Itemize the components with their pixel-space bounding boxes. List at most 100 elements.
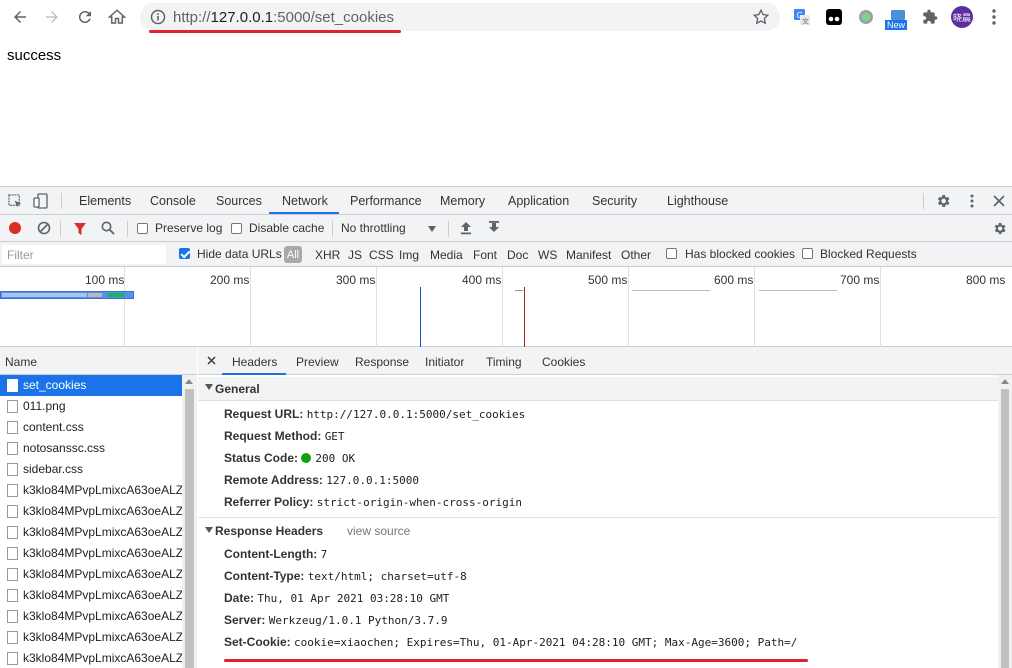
detail-tab-headers[interactable]: Headers xyxy=(232,355,277,369)
circle-extension-icon[interactable] xyxy=(857,8,875,26)
header-key: Content-Type: xyxy=(224,569,305,583)
detail-tab-cookies[interactable]: Cookies xyxy=(542,355,585,369)
close-devtools-icon[interactable] xyxy=(993,195,1005,207)
url-text[interactable]: http://127.0.0.1:5000/set_cookies xyxy=(173,9,394,26)
filter-type-other[interactable]: Other xyxy=(621,248,651,262)
request-list-header[interactable]: Name xyxy=(0,347,197,375)
home-button[interactable] xyxy=(105,5,129,29)
request-row[interactable]: content.css xyxy=(0,417,182,438)
request-row[interactable]: sidebar.css xyxy=(0,459,182,480)
filter-type-font[interactable]: Font xyxy=(473,248,497,262)
request-name: k3klo84MPvpLmixcA63oeALZ xyxy=(23,630,182,644)
tab-sources[interactable]: Sources xyxy=(216,194,262,208)
inspect-element-icon[interactable] xyxy=(8,194,23,209)
scroll-up-arrow-icon[interactable] xyxy=(185,379,193,384)
request-row[interactable]: set_cookies xyxy=(0,375,182,396)
toolbar-separator xyxy=(448,221,449,237)
tab-network[interactable]: Network xyxy=(282,194,328,208)
filter-type-doc[interactable]: Doc xyxy=(507,248,528,262)
request-row[interactable]: 011.png xyxy=(0,396,182,417)
filter-input[interactable]: Filter xyxy=(2,245,166,264)
address-bar[interactable]: http://127.0.0.1:5000/set_cookies xyxy=(140,3,780,31)
info-icon[interactable] xyxy=(150,9,166,25)
view-source-link[interactable]: view source xyxy=(347,524,410,538)
search-icon[interactable] xyxy=(101,221,115,235)
header-key: Date: xyxy=(224,591,255,605)
name-column-header[interactable]: Name xyxy=(5,355,37,369)
kebab-menu-icon[interactable] xyxy=(985,8,1003,26)
svg-text:文: 文 xyxy=(802,17,809,26)
detail-tab-preview[interactable]: Preview xyxy=(296,355,339,369)
clear-icon[interactable] xyxy=(37,221,51,235)
import-har-icon[interactable] xyxy=(460,221,472,235)
has-blocked-cookies-checkbox[interactable] xyxy=(666,248,677,259)
detail-tab-response[interactable]: Response xyxy=(355,355,409,369)
close-detail-icon[interactable] xyxy=(207,356,216,365)
request-row[interactable]: k3klo84MPvpLmixcA63oeALZ xyxy=(0,480,182,501)
home-icon xyxy=(108,9,126,24)
export-har-icon[interactable] xyxy=(488,221,500,235)
tab-elements[interactable]: Elements xyxy=(79,194,131,208)
detail-tab-timing[interactable]: Timing xyxy=(486,355,522,369)
puzzle-extensions-icon[interactable] xyxy=(921,8,939,26)
url-scheme: http:// xyxy=(173,9,211,26)
response-headers-section-header[interactable]: Response Headers view source xyxy=(198,517,998,541)
bookmark-star-icon[interactable] xyxy=(752,8,770,26)
general-section-header[interactable]: General xyxy=(198,377,998,401)
network-settings-gear-icon[interactable] xyxy=(992,221,1007,236)
tab-application[interactable]: Application xyxy=(508,194,569,208)
timeline-tick xyxy=(759,290,837,291)
filter-type-xhr[interactable]: XHR xyxy=(315,248,340,262)
preserve-log-checkbox[interactable] xyxy=(137,223,148,234)
request-row[interactable]: k3klo84MPvpLmixcA63oeALZ xyxy=(0,627,182,648)
request-row[interactable]: notosanssc.css xyxy=(0,438,182,459)
back-button[interactable] xyxy=(8,5,32,29)
scrollbar-thumb[interactable] xyxy=(1001,389,1009,668)
toolbar-separator xyxy=(127,221,128,237)
detail-panel-scrollbar[interactable] xyxy=(998,375,1012,668)
filter-type-js[interactable]: JS xyxy=(348,248,362,262)
header-key: Remote Address: xyxy=(224,473,323,487)
throttling-select[interactable]: No throttling xyxy=(341,221,406,235)
dropdown-caret-icon[interactable] xyxy=(428,226,436,232)
blocked-requests-checkbox[interactable] xyxy=(802,248,813,259)
translate-extension-icon[interactable]: G文 xyxy=(793,8,811,26)
device-toolbar-icon[interactable] xyxy=(33,193,49,209)
filter-type-media[interactable]: Media xyxy=(430,248,463,262)
filter-funnel-icon[interactable] xyxy=(73,222,87,236)
tab-security[interactable]: Security xyxy=(592,194,637,208)
request-row[interactable]: k3klo84MPvpLmixcA63oeALZ xyxy=(0,606,182,627)
scroll-up-arrow-icon[interactable] xyxy=(1001,379,1009,384)
document-file-icon xyxy=(7,442,18,455)
scrollbar-thumb[interactable] xyxy=(185,389,194,668)
request-list: Name set_cookies 011.png content.css notosa… xyxy=(0,347,197,668)
filter-type-css[interactable]: CSS xyxy=(369,248,394,262)
reload-button[interactable] xyxy=(73,5,97,29)
toolbar-separator xyxy=(923,193,924,209)
record-icon[interactable] xyxy=(8,221,22,235)
filter-type-manifest[interactable]: Manifest xyxy=(566,248,611,262)
disable-cache-checkbox[interactable] xyxy=(231,223,242,234)
request-row[interactable]: k3klo84MPvpLmixcA63oeALZ xyxy=(0,648,182,668)
settings-gear-icon[interactable] xyxy=(935,193,951,209)
request-row[interactable]: k3klo84MPvpLmixcA63oeALZ xyxy=(0,585,182,606)
tab-performance[interactable]: Performance xyxy=(350,194,422,208)
devtools-menu-icon[interactable] xyxy=(970,194,974,208)
tampermonkey-extension-icon[interactable] xyxy=(825,8,843,26)
request-row[interactable]: k3klo84MPvpLmixcA63oeALZ xyxy=(0,501,182,522)
tab-console[interactable]: Console xyxy=(150,194,196,208)
filter-type-img[interactable]: Img xyxy=(399,248,419,262)
detail-tab-initiator[interactable]: Initiator xyxy=(425,355,464,369)
network-timeline-overview[interactable]: 100 ms 200 ms 300 ms 400 ms 500 ms 600 m… xyxy=(0,267,1012,347)
forward-button[interactable] xyxy=(40,5,64,29)
hide-data-urls-checkbox[interactable] xyxy=(179,248,190,259)
tab-memory[interactable]: Memory xyxy=(440,194,485,208)
request-row[interactable]: k3klo84MPvpLmixcA63oeALZ xyxy=(0,543,182,564)
request-list-scrollbar[interactable] xyxy=(182,375,197,668)
tab-lighthouse[interactable]: Lighthouse xyxy=(667,194,728,208)
request-row[interactable]: k3klo84MPvpLmixcA63oeALZ xyxy=(0,522,182,543)
filter-type-ws[interactable]: WS xyxy=(538,248,557,262)
request-row[interactable]: k3klo84MPvpLmixcA63oeALZ xyxy=(0,564,182,585)
profile-avatar[interactable]: 晓晨 xyxy=(951,6,973,28)
filter-all-button[interactable]: All xyxy=(284,246,302,263)
